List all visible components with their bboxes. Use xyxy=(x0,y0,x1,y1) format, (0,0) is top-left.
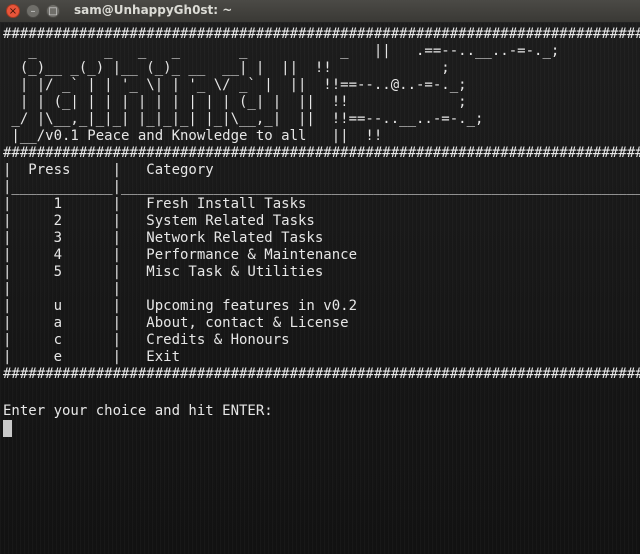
menu-header-underline: |____________|__________________________… xyxy=(3,179,640,195)
separator-bottom: ########################################… xyxy=(3,366,640,382)
menu-row-credits: | c | Credits & Honours xyxy=(3,332,290,348)
banner-line: _ _ _ _ _ _ || .==--..__..-=-._; xyxy=(3,43,560,59)
banner-line: _/ |\__,_|_|_| |_|_|_| |_|\__,_| || !!==… xyxy=(3,111,484,127)
window-titlebar[interactable]: × – □ sam@UnhappyGh0st: ~ xyxy=(0,0,640,23)
maximize-icon[interactable]: □ xyxy=(46,4,60,18)
menu-row-about: | a | About, contact & License xyxy=(3,315,349,331)
terminal-output[interactable]: ########################################… xyxy=(0,23,640,554)
menu-row-upcoming: | u | Upcoming features in v0.2 xyxy=(3,298,358,314)
menu-row-system: | 2 | System Related Tasks xyxy=(3,213,315,229)
input-prompt: Enter your choice and hit ENTER: xyxy=(3,403,273,419)
menu-row-performance: | 4 | Performance & Maintenance xyxy=(3,247,358,263)
window-title: sam@UnhappyGh0st: ~ xyxy=(74,3,233,17)
menu-row-blank: | | xyxy=(3,281,122,297)
banner-line: | |/ _` | | '_ \| | '_ \/ _` | || !!==--… xyxy=(3,77,467,93)
close-icon[interactable]: × xyxy=(6,4,20,18)
menu-row-misc: | 5 | Misc Task & Utilities xyxy=(3,264,324,280)
menu-row-network: | 3 | Network Related Tasks xyxy=(3,230,324,246)
menu-row-fresh-install: | 1 | Fresh Install Tasks xyxy=(3,196,307,212)
menu-header-row: | Press | Category xyxy=(3,162,214,178)
menu-row-exit: | e | Exit xyxy=(3,349,181,365)
separator-top: ########################################… xyxy=(3,26,640,42)
minimize-icon[interactable]: – xyxy=(26,4,40,18)
banner-line: (_)__ _(_) |__ (_)_ __ __| | || !! ; xyxy=(3,60,450,76)
text-cursor[interactable] xyxy=(3,420,12,437)
terminal-window: × – □ sam@UnhappyGh0st: ~ ##############… xyxy=(0,0,640,554)
separator-header: ########################################… xyxy=(3,145,640,161)
banner-line: | | (_| | | | | | | | | | (_| | || !! ; xyxy=(3,94,467,110)
banner-version-line: |__/v0.1 Peace and Knowledge to all || !… xyxy=(3,128,383,144)
